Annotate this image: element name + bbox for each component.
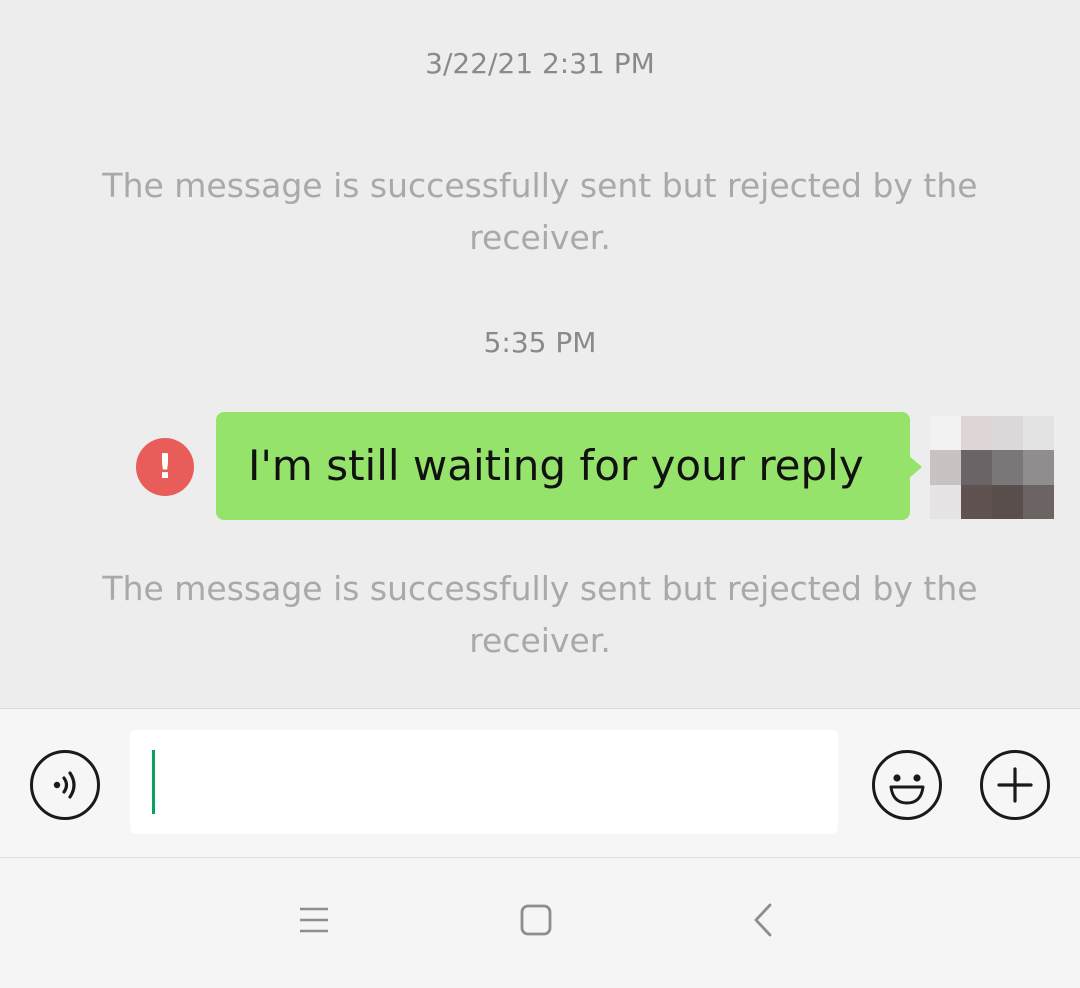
plus-icon[interactable] [980, 750, 1050, 820]
voice-icon[interactable] [30, 750, 100, 820]
bubble-tail [908, 455, 922, 479]
menu-icon[interactable] [284, 895, 344, 951]
smiley-icon[interactable] [872, 750, 942, 820]
avatar[interactable] [930, 416, 1054, 519]
message-timestamp: 5:35 PM [483, 326, 597, 359]
back-icon[interactable] [734, 895, 794, 951]
message-input[interactable] [130, 730, 838, 834]
rejection-notice: The message is successfully sent but rej… [102, 569, 978, 660]
home-icon[interactable] [506, 895, 566, 951]
send-failed-icon[interactable]: ! [136, 438, 194, 496]
sent-message-bubble[interactable]: I'm still waiting for your reply [216, 412, 910, 520]
message-timestamp: 3/22/21 2:31 PM [425, 47, 655, 80]
rejection-notice: The message is successfully sent but rej… [102, 166, 978, 257]
text-caret [152, 750, 155, 814]
